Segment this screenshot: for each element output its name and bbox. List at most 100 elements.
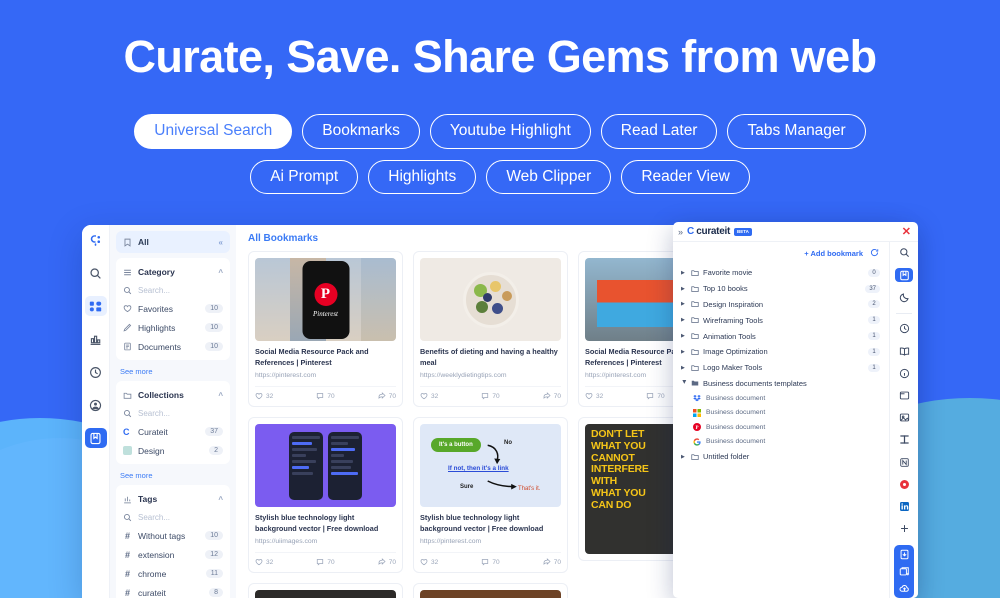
category-search-input[interactable]: Search... <box>116 282 230 299</box>
like-stat[interactable]: 32 <box>585 392 603 400</box>
popup-bookmark-row[interactable]: Business document <box>679 434 887 448</box>
add-icon[interactable] <box>895 522 913 536</box>
sidebar-collapse-icon[interactable]: « <box>219 238 223 247</box>
tags-section-header[interactable]: Tags ^ <box>116 489 230 509</box>
chevron-right-icon[interactable]: ▶ <box>681 333 687 339</box>
like-stat[interactable]: 32 <box>255 392 273 400</box>
chevron-right-icon[interactable]: ▶ <box>681 286 687 292</box>
popup-folder-row[interactable]: ▶ Design Inspiration 2 <box>679 297 887 313</box>
notion-icon[interactable] <box>895 455 913 469</box>
pill-ai-prompt[interactable]: Ai Prompt <box>250 159 359 194</box>
bookmark-card[interactable]: It's a button No If not, then it's a lin… <box>413 417 568 574</box>
sidebar-item-curateit[interactable]: C Curateit 37 <box>116 422 230 441</box>
refresh-icon[interactable] <box>870 248 879 259</box>
tags-search-input[interactable]: Search... <box>116 509 230 526</box>
collections-search-input[interactable]: Search... <box>116 405 230 422</box>
analytics-icon[interactable] <box>85 329 107 349</box>
bookmark-icon[interactable] <box>84 428 107 448</box>
pill-highlights[interactable]: Highlights <box>368 159 477 194</box>
share-stat[interactable]: 70 <box>378 392 396 400</box>
pill-tabs-manager[interactable]: Tabs Manager <box>727 114 866 149</box>
sidebar-item-curateit-tag[interactable]: # curateit 8 <box>116 583 230 598</box>
chevron-right-double-icon[interactable]: » <box>678 227 683 237</box>
popup-folder-row[interactable]: ▶ Wireframing Tools 1 <box>679 312 887 328</box>
popup-folder-row-expanded[interactable]: ▶ Business documents templates <box>679 375 887 391</box>
bookmark-card[interactable] <box>413 583 568 598</box>
search-icon[interactable] <box>895 246 913 260</box>
sidebar-item-chrome[interactable]: # chrome 11 <box>116 564 230 583</box>
pill-universal-search[interactable]: Universal Search <box>134 114 293 149</box>
chevron-down-icon[interactable]: ▶ <box>681 380 687 386</box>
collections-see-more-link[interactable]: See more <box>116 468 230 485</box>
screenshot-icon[interactable] <box>895 389 913 403</box>
comment-stat[interactable]: 70 <box>646 392 665 400</box>
chevron-right-icon[interactable]: ▶ <box>681 317 687 323</box>
chevron-right-icon[interactable]: ▶ <box>681 454 687 460</box>
popup-folder-row[interactable]: ▶ Image Optimization 1 <box>679 344 887 360</box>
save-bookmark-icon[interactable] <box>896 548 912 561</box>
comment-stat[interactable]: 70 <box>481 392 500 400</box>
history-icon[interactable] <box>85 362 107 382</box>
chevron-up-icon[interactable]: ^ <box>218 268 223 277</box>
chevron-up-icon[interactable]: ^ <box>218 391 223 400</box>
sidebar-item-favorites[interactable]: Favorites 10 <box>116 299 230 318</box>
search-icon[interactable] <box>85 263 107 283</box>
category-see-more-link[interactable]: See more <box>116 364 230 381</box>
sidebar-item-without-tags[interactable]: # Without tags 10 <box>116 526 230 545</box>
like-stat[interactable]: 32 <box>255 558 273 566</box>
sidebar-item-documents[interactable]: Documents 10 <box>116 337 230 356</box>
sidebar-item-extension[interactable]: # extension 12 <box>116 545 230 564</box>
popup-folder-row[interactable]: ▶ Animation Tools 1 <box>679 328 887 344</box>
bookmark-card[interactable]: P Pinterest Social Media Resource Pack a… <box>248 251 403 408</box>
bookmark-icon[interactable] <box>895 268 913 282</box>
like-stat[interactable]: 32 <box>420 392 438 400</box>
chevron-right-icon[interactable]: ▶ <box>681 349 687 355</box>
text-tool-icon[interactable] <box>895 433 913 447</box>
comment-stat[interactable]: 70 <box>481 558 500 566</box>
share-stat[interactable]: 70 <box>378 558 396 566</box>
popup-folder-row[interactable]: ▶ Favorite movie 0 <box>679 265 887 281</box>
chevron-right-icon[interactable]: ▶ <box>681 270 687 276</box>
pill-read-later[interactable]: Read Later <box>600 114 718 149</box>
linkedin-icon[interactable] <box>895 500 913 514</box>
chevron-right-icon[interactable]: ▶ <box>681 301 687 307</box>
pill-web-clipper[interactable]: Web Clipper <box>486 159 612 194</box>
like-stat[interactable]: 32 <box>420 558 438 566</box>
popup-folder-row-untitled[interactable]: ▶ Untitled folder <box>679 449 887 465</box>
chevron-right-icon[interactable]: ▶ <box>681 365 687 371</box>
collections-section-header[interactable]: Collections ^ <box>116 385 230 405</box>
record-icon[interactable] <box>895 477 913 491</box>
comment-stat[interactable]: 70 <box>316 558 335 566</box>
curateit-logo-icon[interactable] <box>85 230 107 250</box>
add-bookmark-button[interactable]: + Add bookmark <box>804 249 863 258</box>
bookmark-card[interactable]: Stylish blue technology light background… <box>248 417 403 574</box>
history-icon[interactable] <box>895 322 913 336</box>
upload-cloud-icon[interactable] <box>896 582 912 595</box>
popup-folder-row[interactable]: ▶ Top 10 books 37 <box>679 281 887 297</box>
pill-bookmarks[interactable]: Bookmarks <box>302 114 420 149</box>
popup-bookmark-row[interactable]: Business document <box>679 391 887 405</box>
close-icon[interactable]: ✕ <box>902 225 911 238</box>
sidebar-item-highlights[interactable]: Highlights 10 <box>116 318 230 337</box>
category-section-header[interactable]: Category ^ <box>116 262 230 282</box>
save-tabs-icon[interactable] <box>896 565 912 578</box>
share-stat[interactable]: 70 <box>543 392 561 400</box>
popup-bookmark-row[interactable]: Business document <box>679 406 887 420</box>
pill-youtube-highlight[interactable]: Youtube Highlight <box>429 114 591 149</box>
share-stat[interactable]: 70 <box>543 558 561 566</box>
popup-bookmark-row[interactable]: P Business document <box>679 420 887 434</box>
reader-icon[interactable] <box>895 344 913 358</box>
bookmark-card[interactable]: Benefits of dieting and having a healthy… <box>413 251 568 408</box>
bookmark-card[interactable] <box>248 583 403 598</box>
moon-icon[interactable] <box>895 290 913 304</box>
sidebar-item-design[interactable]: Design 2 <box>116 441 230 460</box>
info-icon[interactable] <box>895 366 913 380</box>
popup-folder-row[interactable]: ▶ Logo Maker Tools 1 <box>679 360 887 376</box>
sidebar-item-all[interactable]: All « <box>116 231 230 253</box>
chevron-up-icon[interactable]: ^ <box>218 495 223 504</box>
image-capture-icon[interactable] <box>895 411 913 425</box>
comment-stat[interactable]: 70 <box>316 392 335 400</box>
pill-reader-view[interactable]: Reader View <box>621 159 750 194</box>
dashboard-icon[interactable] <box>84 296 107 316</box>
account-icon[interactable] <box>85 395 107 415</box>
